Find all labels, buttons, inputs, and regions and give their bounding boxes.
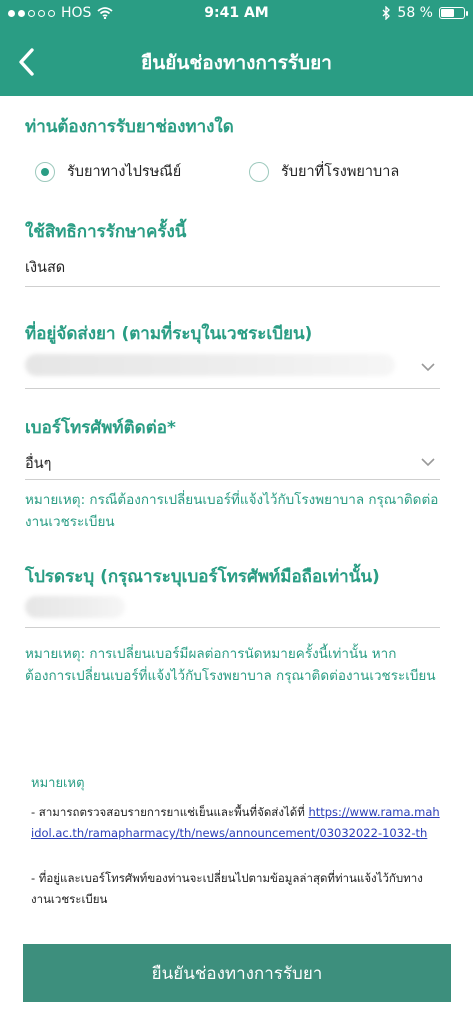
- phone-title: เบอร์โทรศัพท์ติดต่อ*: [25, 418, 176, 438]
- footer-note-line1: - สามารถตรวจสอบรายการยาแช่เย็นและพื้นที่…: [31, 802, 441, 844]
- mobile-title: โปรดระบุ (กรุณาระบุเบอร์โทรศัพท์มือถือเท…: [25, 567, 380, 587]
- page-title: ยืนยันช่องทางการรับยา: [141, 52, 332, 74]
- footer-note-line1-text: - สามารถตรวจสอบรายการยาแช่เย็นและพื้นที่…: [31, 805, 309, 819]
- radio-postal-label: รับยาทางไปรษณีย์: [67, 164, 182, 180]
- chevron-down-icon: [421, 458, 435, 467]
- pickup-options: รับยาทางไปรษณีย์ รับยาที่โรงพยาบาล: [25, 160, 445, 190]
- radio-checked-icon: [35, 161, 55, 182]
- chevron-down-icon: [421, 363, 435, 372]
- battery-percent: 58 %: [397, 5, 433, 21]
- pickup-title: ท่านต้องการรับยาช่องทางใด: [25, 117, 234, 137]
- phone-note: หมายเหตุ: กรณีต้องการเปลี่ยนเบอร์ที่แจ้ง…: [25, 492, 439, 530]
- radio-postal[interactable]: รับยาทางไปรษณีย์: [35, 160, 181, 183]
- coverage-field[interactable]: เงินสด: [25, 256, 440, 287]
- radio-unchecked-icon: [249, 161, 269, 182]
- coverage-value: เงินสด: [25, 260, 66, 276]
- back-button[interactable]: [12, 44, 42, 80]
- mobile-input[interactable]: [25, 593, 440, 628]
- mobile-value-redacted: [25, 596, 125, 618]
- battery-icon: [439, 7, 468, 19]
- mobile-note: หมายเหตุ: การเปลี่ยนเบอร์มีผลต่อการนัดหม…: [25, 646, 436, 684]
- footer-note-line2: - ที่อยู่และเบอร์โทรศัพท์ของท่านจะเปลี่ย…: [31, 871, 423, 906]
- footer-note-title: หมายเหตุ: [31, 776, 85, 791]
- radio-hospital[interactable]: รับยาที่โรงพยาบาล: [249, 160, 399, 183]
- phone-select[interactable]: อื่นๆ: [25, 452, 440, 480]
- address-value-redacted: [25, 354, 395, 376]
- status-right: 58 %: [382, 5, 468, 21]
- radio-hospital-label: รับยาที่โรงพยาบาล: [281, 164, 400, 180]
- status-bar: HOS 9:41 AM 58 %: [0, 0, 473, 28]
- address-select[interactable]: [25, 352, 440, 389]
- coverage-title: ใช้สิทธิการรักษาครั้งนี้: [25, 222, 187, 242]
- battery-level: [441, 9, 454, 17]
- nav-header: ยืนยันช่องทางการรับยา: [0, 28, 473, 96]
- confirm-button[interactable]: ยืนยันช่องทางการรับยา: [23, 944, 451, 1002]
- address-title: ที่อยู่จัดส่งยา (ตามที่ระบุในเวชระเบียน): [25, 324, 313, 344]
- chevron-left-icon: [19, 48, 34, 76]
- phone-value: อื่นๆ: [25, 456, 52, 472]
- bluetooth-icon: [382, 6, 391, 20]
